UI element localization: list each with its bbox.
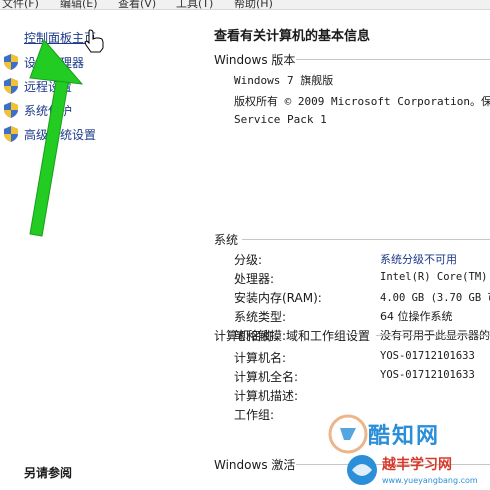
rating-label: 分级: [234,253,263,267]
processor-label: 处理器: [234,272,275,286]
watermark-sub: 越丰学习网 [382,457,452,473]
watermark-globe-icon [347,455,377,485]
processor-value: Intel(R) Core(TM) i [380,271,490,283]
watermark: 酷知网 越丰学习网 www.yueyangbang.com [318,410,490,490]
task-label: 高级系统设置 [24,127,97,142]
ram-value: 4.00 GB (3.70 GB 可 [380,292,490,304]
task-pane: 控制面板主页 设备管理器 远程设置 系统保护 高级系统设置 另请参阅 [0,9,200,490]
watermark-logo-icon [328,414,368,454]
task-label: 设备管理器 [24,55,85,70]
task-system-protection[interactable]: 系统保护 [4,100,72,120]
section-divider [376,335,490,336]
watermark-url: www.yueyangbang.com [382,476,478,485]
section-computer-name: 计算机名称、域和工作组设置 [214,329,371,343]
task-label: 系统保护 [24,103,73,118]
section-divider [296,59,490,60]
computer-name-label: 计算机名: [234,351,287,365]
full-computer-name-value: YOS-01712101633 [380,369,475,381]
watermark-brand: 酷知网 [368,424,441,449]
section-windows-edition: Windows 版本 [214,53,296,67]
computer-description-label: 计算机描述: [234,389,299,403]
workgroup-label: 工作组: [234,408,275,422]
copyright-text: 版权所有 © 2009 Microsoft Corporation。保 [234,95,490,108]
shield-icon [4,78,18,94]
section-divider [242,239,490,240]
computer-name-value: YOS-01712101633 [380,350,475,362]
service-pack: Service Pack 1 [234,113,327,126]
task-label: 远程设置 [24,79,73,94]
system-type-value: 64 位操作系统 [380,310,453,323]
page-title: 查看有关计算机的基本信息 [214,29,371,44]
task-advanced-system-settings[interactable]: 高级系统设置 [4,124,96,144]
full-computer-name-label: 计算机全名: [234,370,299,384]
section-activation: Windows 激活 [214,458,296,472]
windows-edition-name: Windows 7 旗舰版 [234,74,334,87]
shield-icon [4,102,18,118]
ram-label: 安装内存(RAM): [234,291,322,305]
see-also-heading: 另请参阅 [24,466,73,480]
task-device-manager[interactable]: 设备管理器 [4,52,84,72]
shield-icon [4,126,18,142]
shield-icon [4,54,18,70]
section-system: 系统 [214,233,239,247]
control-panel-home-link[interactable]: 控制面板主页 [24,29,96,46]
rating-value-link[interactable]: 系统分级不可用 [380,251,457,267]
task-remote-settings[interactable]: 远程设置 [4,76,72,96]
system-type-label: 系统类型: [234,310,287,324]
